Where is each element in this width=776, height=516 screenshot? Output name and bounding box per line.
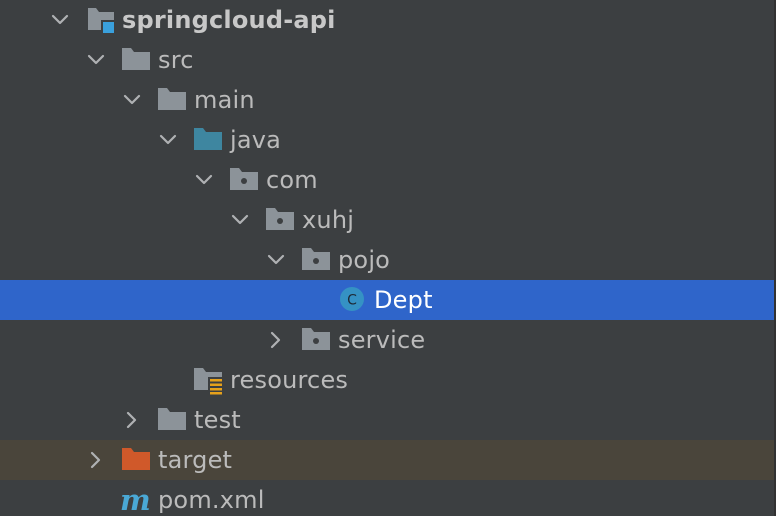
- tree-item-dept[interactable]: C Dept: [0, 280, 774, 320]
- chevron-down-icon[interactable]: [228, 200, 252, 240]
- tree-item-pom-xml[interactable]: m pom.xml: [0, 480, 774, 516]
- tree-item-resources[interactable]: resources: [0, 360, 774, 400]
- source-root-folder-icon: [194, 120, 230, 160]
- tree-item-com[interactable]: com: [0, 160, 774, 200]
- module-folder-icon: [86, 0, 122, 40]
- chevron-right-icon[interactable]: [120, 400, 144, 440]
- chevron-down-icon[interactable]: [84, 40, 108, 80]
- tree-item-label: test: [194, 406, 241, 434]
- folder-icon: [122, 40, 158, 80]
- chevron-down-icon[interactable]: [120, 80, 144, 120]
- tree-item-label: com: [266, 166, 318, 194]
- tree-item-label: main: [194, 86, 255, 114]
- tree-item-springcloud-api[interactable]: springcloud-api: [0, 0, 774, 40]
- chevron-down-icon[interactable]: [192, 160, 216, 200]
- tree-item-label: xuhj: [302, 206, 355, 234]
- package-icon: [302, 240, 338, 280]
- tree-item-service[interactable]: service: [0, 320, 774, 360]
- tree-item-label: pom.xml: [158, 486, 265, 514]
- tree-item-java[interactable]: java: [0, 120, 774, 160]
- tree-item-label: java: [230, 126, 282, 154]
- tree-item-pojo[interactable]: pojo: [0, 240, 774, 280]
- package-icon: [302, 320, 338, 360]
- tree-item-label: target: [158, 446, 233, 474]
- tree-item-label: pojo: [338, 246, 391, 274]
- folder-icon: [158, 400, 194, 440]
- excluded-folder-icon: [122, 440, 158, 480]
- chevron-right-icon[interactable]: [84, 440, 108, 480]
- svg-text:C: C: [347, 293, 357, 309]
- project-tree: springcloud-api src main java com xuhj p…: [0, 0, 776, 516]
- tree-item-xuhj[interactable]: xuhj: [0, 200, 774, 240]
- tree-item-label: Dept: [374, 286, 433, 314]
- folder-icon: [158, 80, 194, 120]
- chevron-right-icon[interactable]: [264, 320, 288, 360]
- tree-item-label: springcloud-api: [122, 6, 336, 34]
- class-icon: C: [338, 280, 374, 320]
- tree-item-target[interactable]: target: [0, 440, 774, 480]
- tree-item-label: resources: [230, 366, 349, 394]
- chevron-down-icon[interactable]: [156, 120, 180, 160]
- tree-item-label: src: [158, 46, 194, 74]
- package-icon: [230, 160, 266, 200]
- chevron-down-icon[interactable]: [264, 240, 288, 280]
- tree-item-test[interactable]: test: [0, 400, 774, 440]
- resources-folder-icon: [194, 360, 230, 400]
- tree-item-label: service: [338, 326, 426, 354]
- package-icon: [266, 200, 302, 240]
- tree-item-src[interactable]: src: [0, 40, 774, 80]
- maven-icon: m: [120, 483, 151, 516]
- chevron-down-icon[interactable]: [48, 0, 72, 40]
- tree-item-main[interactable]: main: [0, 80, 774, 120]
